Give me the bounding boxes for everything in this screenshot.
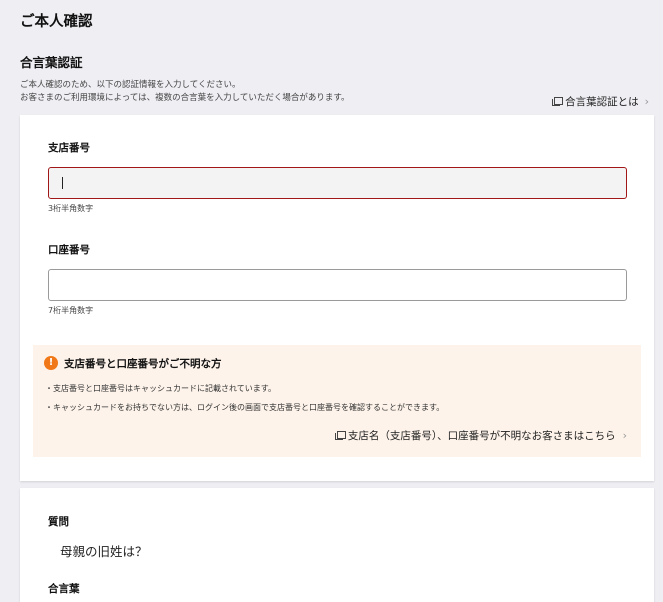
branch-number-label: 支店番号 — [48, 142, 90, 154]
question-label: 質問 — [48, 516, 69, 528]
chevron-right-icon: › — [644, 95, 649, 108]
account-number-hint: 7桁半角数字 — [48, 306, 94, 315]
external-window-icon — [552, 97, 564, 106]
question-text: 母親の旧姓は？ — [60, 544, 148, 559]
text-caret — [62, 177, 63, 189]
notice-title: 支店番号と口座番号がご不明な方 — [64, 358, 222, 370]
notice-line-2: ・キャッシュカードをお持ちでない方は、ログイン後の画面で支店番号と口座番号を確認… — [45, 403, 445, 412]
answer-label: 合言葉 — [48, 583, 80, 595]
branch-number-input[interactable] — [48, 167, 627, 199]
unknown-number-link-label: 支店名（支店番号）、口座番号が不明なお客さまはこちら — [347, 430, 616, 442]
notice-line-1: ・支店番号と口座番号はキャッシュカードに記載されています。 — [45, 384, 276, 393]
help-link-passphrase[interactable]: 合言葉認証とは › — [552, 94, 649, 109]
page-title: ご本人確認 — [20, 14, 93, 30]
unknown-number-notice: ! 支店番号と口座番号がご不明な方 ・支店番号と口座番号はキャッシュカードに記載… — [33, 345, 641, 457]
alert-icon: ! — [44, 356, 58, 370]
help-link-label: 合言葉認証とは — [565, 96, 639, 108]
branch-number-hint: 3桁半角数字 — [48, 204, 94, 213]
account-number-label: 口座番号 — [48, 244, 90, 256]
secret-question-card: 質問 母親の旧姓は？ 合言葉 — [20, 488, 654, 602]
external-window-icon — [334, 431, 346, 440]
description-line-2: お客さまのご利用環境によっては、複数の合言葉を入力していただく場合があります。 — [20, 93, 350, 103]
description-line-1: ご本人確認のため、以下の認証情報を入力してください。 — [20, 80, 241, 90]
section-description: ご本人確認のため、以下の認証情報を入力してください。 お客さまのご利用環境によっ… — [20, 79, 350, 105]
account-number-input[interactable] — [48, 269, 627, 301]
unknown-number-link[interactable]: 支店名（支店番号）、口座番号が不明なお客さまはこちら › — [334, 428, 627, 443]
chevron-right-icon: › — [622, 429, 627, 442]
account-info-card: 支店番号 3桁半角数字 口座番号 7桁半角数字 ! 支店番号と口座番号がご不明な… — [20, 115, 654, 481]
section-title: 合言葉認証 — [20, 55, 83, 70]
